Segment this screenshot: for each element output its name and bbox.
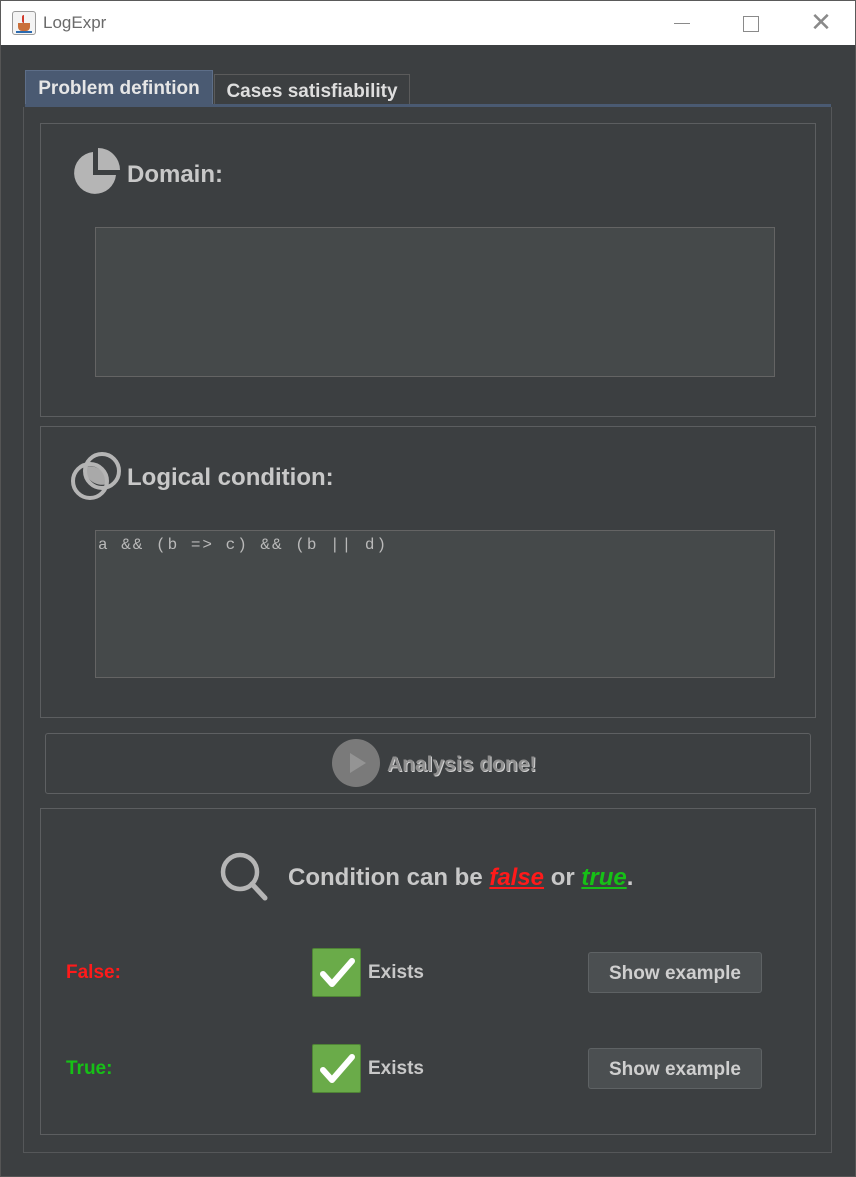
venn-icon	[71, 452, 121, 500]
domain-textarea[interactable]	[95, 227, 775, 377]
play-icon	[332, 739, 380, 787]
analyze-label: Analysis done!	[387, 753, 537, 776]
maximize-button[interactable]	[715, 1, 783, 45]
true-show-example-button[interactable]: Show example	[588, 1048, 762, 1089]
result-suffix: .	[626, 864, 634, 891]
false-show-example-button[interactable]: Show example	[588, 952, 762, 993]
true-exists-label: Exists	[368, 1058, 424, 1079]
result-false-word: false	[489, 864, 545, 891]
close-button[interactable]: ✕	[787, 1, 855, 45]
result-true-word: true	[581, 864, 627, 891]
checkmark-icon	[320, 1054, 355, 1083]
window-title: LogExpr	[43, 13, 107, 32]
pie-chart-icon	[74, 148, 120, 194]
result-middle: or	[544, 864, 582, 891]
minimize-button[interactable]	[647, 1, 715, 45]
condition-title: Logical condition:	[127, 464, 334, 491]
false-label: False:	[66, 962, 121, 983]
magnifier-icon	[220, 852, 268, 901]
title-bar: LogExpr ✕	[0, 0, 856, 45]
result-prefix: Condition can be	[288, 864, 490, 891]
condition-textarea[interactable]: a && (b => c) && (b || d)	[95, 530, 775, 678]
tab-cases-satisfiability[interactable]: Cases satisfiability	[214, 74, 410, 105]
checkmark-icon	[320, 958, 355, 987]
false-exists-checkbox	[312, 948, 361, 997]
tab-problem-definition[interactable]: Problem defintion	[25, 70, 213, 105]
result-summary: Condition can be false or true.	[288, 864, 633, 892]
true-exists-checkbox	[312, 1044, 361, 1093]
true-label: True:	[66, 1058, 113, 1079]
domain-title: Domain:	[127, 161, 223, 188]
java-app-icon	[12, 11, 36, 35]
false-exists-label: Exists	[368, 962, 424, 983]
